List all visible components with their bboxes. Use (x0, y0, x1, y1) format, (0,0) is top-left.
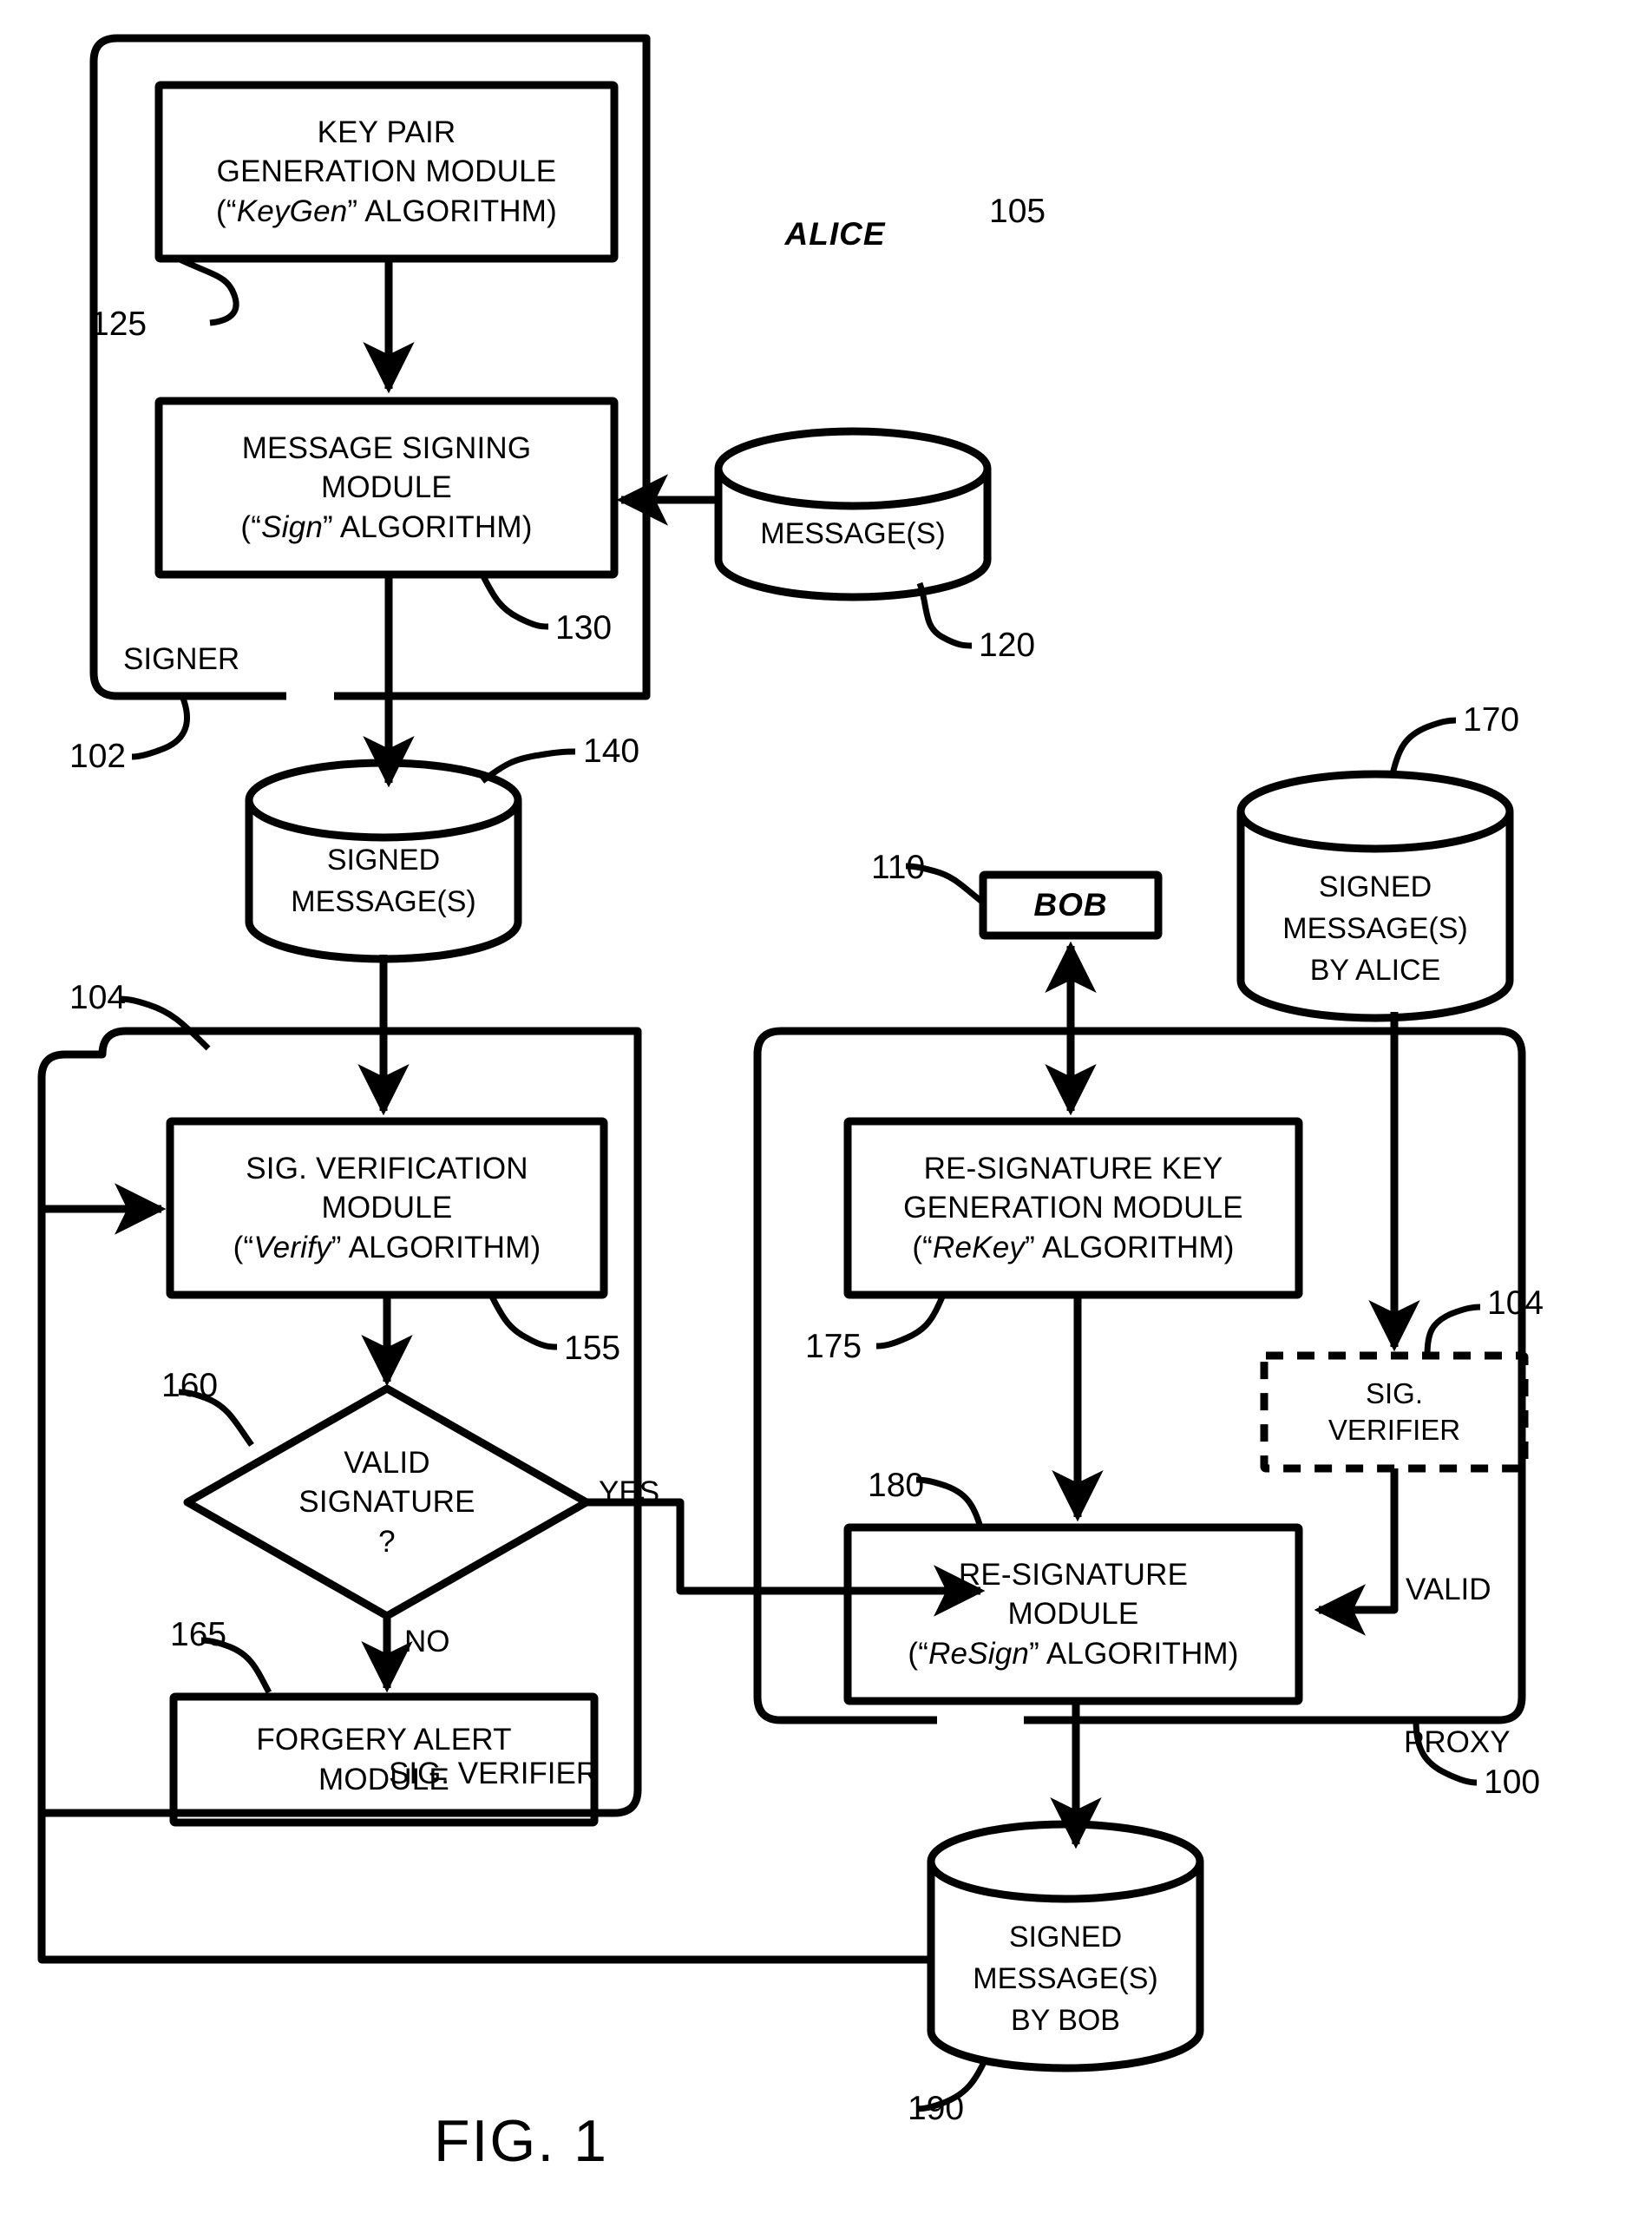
valid-signature-decision-line1: VALID (344, 1445, 430, 1480)
proxy-sig-verifier-line1: SIG. (1365, 1376, 1424, 1409)
valid-signature-decision-line3: ? (378, 1524, 396, 1559)
ref-110: 110 (871, 849, 926, 886)
re-signature-module-algorithm: (“ReSign” ALGORITHM) (908, 1636, 1239, 1671)
ref-175: 175 (805, 1328, 862, 1365)
re-signature-module-line2: MODULE (1007, 1597, 1139, 1632)
key-pair-generation-module-line1: KEY PAIR (317, 115, 456, 149)
message-signing-module-algorithm: (“Sign” ALGORITHM) (240, 509, 533, 544)
alice-entity-label: ALICE (784, 216, 886, 252)
sig-verification-module-algorithm: (“Verify” ALGORITHM) (233, 1230, 541, 1264)
ref-102: 102 (69, 738, 127, 775)
alice-entity[interactable]: ALICE (746, 206, 924, 263)
signed-messages-by-alice-store[interactable]: SIGNED MESSAGE(S) BY ALICE (1241, 846, 1510, 1011)
messages-store-line1: MESSAGE(S) (760, 516, 946, 550)
sig-verification-module-line1: SIG. VERIFICATION (246, 1151, 528, 1186)
key-pair-generation-module-line2: GENERATION MODULE (216, 154, 557, 189)
ref-104-left: 104 (69, 979, 127, 1016)
messages-store[interactable]: MESSAGE(S) (718, 490, 987, 577)
figure-canvas: KEY PAIR GENERATION MODULE (“KeyGen” ALG… (0, 0, 1652, 2220)
signed-messages-by-bob-store-line2: MESSAGE(S) (973, 1961, 1158, 1995)
re-signature-key-generation-module-line1: RE-SIGNATURE KEY (923, 1151, 1223, 1186)
ref-160: 160 (161, 1367, 219, 1404)
ref-170: 170 (1463, 701, 1520, 739)
re-signature-module-line1: RE-SIGNATURE (958, 1557, 1189, 1592)
message-signing-module-line2: MODULE (321, 470, 452, 505)
bob-entity-label: BOB (1033, 887, 1108, 923)
ref-100: 100 (1484, 1764, 1541, 1801)
re-signature-key-generation-module[interactable]: RE-SIGNATURE KEY GENERATION MODULE (“ReK… (848, 1121, 1299, 1295)
valid-edge-label: VALID (1406, 1573, 1491, 1606)
message-signing-module-line1: MESSAGE SIGNING (241, 430, 532, 465)
re-signature-key-generation-module-line2: GENERATION MODULE (903, 1191, 1243, 1225)
signed-messages-by-bob-store-line3: BY BOB (1011, 2004, 1120, 2038)
signed-messages-by-bob-store[interactable]: SIGNED MESSAGE(S) BY BOB (931, 1896, 1200, 2061)
ref-140: 140 (583, 732, 640, 770)
signer-group-label: SIGNER (123, 642, 240, 676)
ref-155: 155 (564, 1330, 621, 1367)
re-signature-key-generation-module-algorithm: (“ReKey” ALGORITHM) (912, 1230, 1235, 1264)
ref-120: 120 (979, 627, 1036, 664)
re-signature-module[interactable]: RE-SIGNATURE MODULE (“ReSign” ALGORITHM) (848, 1527, 1299, 1701)
proxy-group-label: PROXY (1404, 1725, 1511, 1759)
sig-verification-module-line2: MODULE (321, 1191, 453, 1225)
ref-104-right: 104 (1487, 1284, 1544, 1322)
ref-180: 180 (868, 1467, 925, 1504)
signed-messages-store[interactable]: SIGNED MESSAGE(S) (249, 833, 518, 929)
diagram-artwork (37, 34, 1529, 2112)
branch-label-no: NO (404, 1625, 450, 1658)
signed-messages-by-bob-store-line1: SIGNED (1008, 1920, 1123, 1954)
signed-messages-store-line1: SIGNED (326, 843, 441, 877)
signed-messages-by-alice-store-line1: SIGNED (1318, 870, 1432, 903)
valid-signature-decision-line2: SIGNATURE (298, 1485, 475, 1520)
signed-messages-store-line2: MESSAGE(S) (291, 885, 476, 918)
key-pair-generation-module-algorithm: (“KeyGen” ALGORITHM) (216, 194, 557, 228)
sig-verifier-group-label: SIG. VERIFIER (389, 1757, 599, 1790)
bob-entity[interactable]: BOB (983, 875, 1158, 936)
forgery-alert-module-line1: FORGERY ALERT (256, 1723, 512, 1757)
ref-125: 125 (90, 305, 148, 343)
signed-messages-by-alice-store-line2: MESSAGE(S) (1282, 911, 1468, 945)
sig-verification-module[interactable]: SIG. VERIFICATION MODULE (“Verify” ALGOR… (170, 1121, 604, 1295)
key-pair-generation-module[interactable]: KEY PAIR GENERATION MODULE (“KeyGen” ALG… (159, 85, 614, 259)
proxy-sig-verifier-line2: VERIFIER (1328, 1414, 1461, 1446)
signed-messages-by-alice-store-line3: BY ALICE (1309, 954, 1441, 988)
proxy-sig-verifier[interactable]: SIG. VERIFIER (1264, 1356, 1524, 1468)
figure-caption: FIG. 1 (434, 2108, 608, 2174)
ref-190: 190 (908, 2090, 965, 2127)
message-signing-module[interactable]: MESSAGE SIGNING MODULE (“Sign” ALGORITHM… (159, 401, 614, 575)
valid-signature-decision[interactable]: VALID SIGNATURE ? (248, 1428, 526, 1577)
branch-label-yes: YES (599, 1475, 660, 1509)
ref-130: 130 (555, 609, 613, 647)
ref-165: 165 (170, 1616, 227, 1653)
ref-105: 105 (989, 193, 1046, 230)
